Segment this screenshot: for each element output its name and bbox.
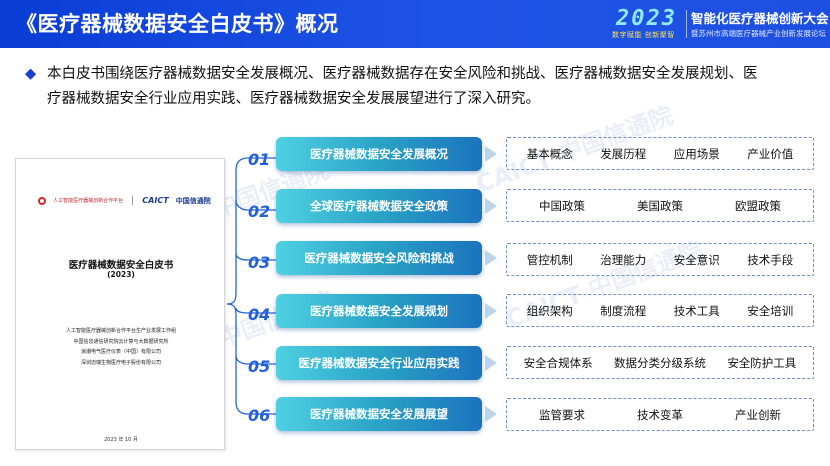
arrow-right-icon [485, 198, 497, 214]
section-number: 03 [248, 253, 271, 272]
section-number: 05 [248, 357, 271, 376]
cover-author: 浪潮电气医疗仪表（中国）有限公司 [80, 349, 161, 355]
tag-box-04: 组织架构 制度流程 技术工具 安全培训 [506, 294, 814, 327]
header-divider [686, 10, 687, 38]
tag-item: 制度流程 [600, 303, 647, 318]
cover-author: 人工智能医疗器械创新合作平台生产业发展工作组 [65, 328, 176, 334]
section-pill-02: 全球医疗器械数据安全政策 [276, 189, 482, 223]
tag-item: 组织架构 [526, 303, 573, 318]
section-number: 04 [248, 305, 271, 324]
whitepaper-cover: 人工智能医疗器械创新合作平台 CAICT 中国信通院 医疗器械数据安全白皮书 (… [15, 158, 225, 450]
intro-text-1: 本白皮书围绕医疗器械数据安全发展概况、医疗器械数据存在安全风险和挑战、医疗器械数… [47, 66, 758, 82]
tag-item: 中国政策 [539, 198, 585, 213]
tag-item: 技术手段 [747, 252, 794, 267]
cover-date: 2023 年 10 月 [104, 437, 138, 443]
event-year-logo: 2023 [616, 6, 677, 31]
arrow-right-icon [485, 250, 497, 266]
tag-item: 技术工具 [673, 303, 720, 318]
tag-item: 产业创新 [735, 407, 781, 422]
tag-box-03: 管控机制 治理能力 安全意识 技术手段 [506, 243, 814, 276]
tag-item: 安全合规体系 [523, 355, 593, 370]
tag-box-01: 基本概念 发展历程 应用场景 产业价值 [506, 137, 814, 170]
section-number: 06 [248, 406, 271, 425]
diamond-bullet-icon: ◆ [25, 66, 37, 82]
section-pill-06: 医疗器械数据安全发展展望 [276, 397, 482, 431]
caict-logo-cn: 中国信通院 [175, 196, 211, 205]
header-bar: 《医疗器械数据安全白皮书》概况 2023 数字赋能 创新聚智 智能化医疗器械创新… [0, 0, 830, 48]
arrow-right-icon [485, 146, 497, 162]
section-pill-04: 医疗器械数据安全发展规划 [276, 294, 482, 328]
tag-item: 安全防护工具 [727, 355, 797, 370]
tag-item: 发展历程 [600, 146, 647, 161]
tag-box-02: 中国政策 美国政策 欧盟政策 [506, 189, 814, 222]
event-name: 智能化医疗器械创新大会 [691, 11, 829, 26]
tag-item: 治理能力 [600, 252, 647, 267]
cover-author: 深圳迈瑞生物医疗电子股份有限公司 [80, 359, 161, 366]
event-tagline: 数字赋能 创新聚智 [612, 31, 675, 39]
tag-box-05: 安全合规体系 数据分类分级系统 安全防护工具 [506, 346, 814, 379]
section-pill-05: 医疗器械数据安全行业应用实践 [276, 346, 482, 380]
tag-item: 美国政策 [637, 198, 683, 213]
section-number: 02 [248, 202, 271, 221]
section-pill-03: 医疗器械数据安全风险和挑战 [276, 241, 482, 275]
connector-line-01 [226, 157, 276, 305]
cover-org-name: 人工智能医疗器械创新合作平台 [53, 198, 124, 204]
tag-item: 基本概念 [526, 146, 573, 161]
platform-logo-icon [38, 196, 46, 205]
tag-item: 欧盟政策 [735, 198, 781, 213]
intro-line-1: ◆ 本白皮书围绕医疗器械数据安全发展概况、医疗器械数据存在安全风险和挑战、医疗器械… [25, 62, 815, 87]
arrow-right-icon [485, 406, 497, 422]
intro-line-2: 疗器械数据安全行业应用实践、医疗器械数据安全发展展望进行了深入研究。 [47, 91, 540, 107]
section-pill-01: 医疗器械数据安全发展概况 [276, 137, 482, 171]
tag-item: 监管要求 [539, 407, 585, 422]
arrow-right-icon [485, 303, 497, 319]
cover-author: 中国信息通信研究院云计算与大数据研究所 [73, 338, 169, 345]
arrow-right-icon [485, 355, 497, 371]
caict-logo: CAICT [142, 196, 169, 205]
tag-item: 安全意识 [673, 252, 720, 267]
cover-authors: 人工智能医疗器械创新合作平台生产业发展工作组 中国信息通信研究院云计算与大数据研… [16, 326, 226, 368]
tag-box-06: 监管要求 技术变革 产业创新 [506, 398, 814, 431]
page-title: 《医疗器械数据安全白皮书》概况 [16, 12, 339, 36]
event-subtitle: 暨苏州市高端医疗器械产业创新发展论坛 [691, 29, 826, 38]
cover-year: (2023) [107, 270, 135, 279]
tag-item: 技术变革 [637, 407, 683, 422]
cover-title: 医疗器械数据安全白皮书 [68, 260, 174, 271]
section-number: 01 [248, 150, 271, 169]
tag-item: 产业价值 [747, 146, 794, 161]
cover-logo-divider [132, 196, 134, 205]
tag-item: 应用场景 [673, 146, 720, 161]
intro-paragraph: ◆ 本白皮书围绕医疗器械数据安全发展概况、医疗器械数据存在安全风险和挑战、医疗器械… [25, 62, 815, 112]
cover-logos: 人工智能医疗器械创新合作平台 CAICT 中国信通院 [38, 190, 211, 205]
tag-item: 数据分类分级系统 [613, 355, 706, 370]
tag-item: 安全培训 [747, 303, 794, 318]
tag-item: 管控机制 [526, 252, 573, 267]
